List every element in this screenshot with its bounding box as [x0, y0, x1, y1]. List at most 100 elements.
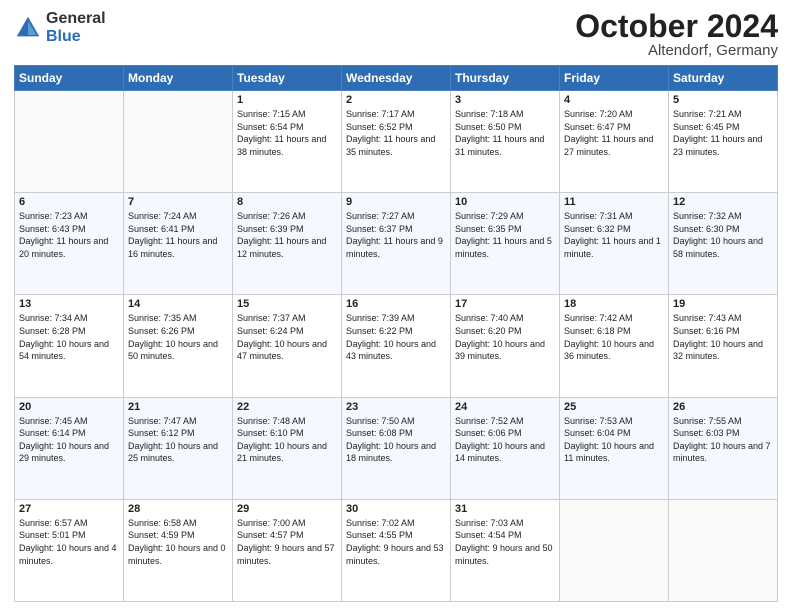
logo-blue: Blue — [46, 28, 106, 46]
day-number: 27 — [19, 503, 119, 515]
day-number: 18 — [564, 298, 664, 310]
col-thursday: Thursday — [451, 66, 560, 91]
col-tuesday: Tuesday — [233, 66, 342, 91]
day-number: 29 — [237, 503, 337, 515]
cell-info: Sunrise: 7:47 AM Sunset: 6:12 PM Dayligh… — [128, 415, 228, 465]
day-number: 26 — [673, 401, 773, 413]
cell-0-4: 3Sunrise: 7:18 AM Sunset: 6:50 PM Daylig… — [451, 91, 560, 193]
cell-info: Sunrise: 7:45 AM Sunset: 6:14 PM Dayligh… — [19, 415, 119, 465]
week-row-5: 27 Sunrise: 6:57 AM Sunset: 5:01 PM Dayli… — [15, 499, 778, 601]
cell-3-5: 25Sunrise: 7:53 AM Sunset: 6:04 PM Dayli… — [560, 397, 669, 499]
header: General Blue October 2024 Altendorf, Ger… — [14, 10, 778, 59]
day-number: 2 — [346, 94, 446, 106]
cell-2-0: 13Sunrise: 7:34 AM Sunset: 6:28 PM Dayli… — [15, 295, 124, 397]
cell-4-0: 27 Sunrise: 6:57 AM Sunset: 5:01 PM Dayli… — [15, 499, 124, 601]
day-number: 11 — [564, 196, 664, 208]
cell-3-0: 20 Sunrise: 7:45 AM Sunset: 6:14 PM Dayli… — [15, 397, 124, 499]
col-sunday: Sunday — [15, 66, 124, 91]
cell-1-0: 6 Sunrise: 7:23 AM Sunset: 6:43 PM Daylig… — [15, 193, 124, 295]
cell-info: Sunrise: 7:17 AM Sunset: 6:52 PM Dayligh… — [346, 108, 446, 158]
cell-2-5: 18 Sunrise: 7:42 AM Sunset: 6:18 PM Dayli… — [560, 295, 669, 397]
calendar-header-row: Sunday Monday Tuesday Wednesday Thursday… — [15, 66, 778, 91]
cell-3-3: 23 Sunrise: 7:50 AM Sunset: 6:08 PM Dayli… — [342, 397, 451, 499]
cell-1-1: 7 Sunrise: 7:24 AM Sunset: 6:41 PM Daylig… — [124, 193, 233, 295]
cell-info: Sunrise: 6:58 AM Sunset: 4:59 PM Dayligh… — [128, 517, 228, 567]
week-row-1: 1Sunrise: 7:15 AM Sunset: 6:54 PM Daylig… — [15, 91, 778, 193]
day-number: 31 — [455, 503, 555, 515]
cell-2-6: 19Sunrise: 7:43 AM Sunset: 6:16 PM Dayli… — [669, 295, 778, 397]
cell-2-4: 17 Sunrise: 7:40 AM Sunset: 6:20 PM Dayli… — [451, 295, 560, 397]
cell-info: Sunrise: 7:23 AM Sunset: 6:43 PM Dayligh… — [19, 210, 119, 260]
cell-3-1: 21 Sunrise: 7:47 AM Sunset: 6:12 PM Dayli… — [124, 397, 233, 499]
cell-0-1 — [124, 91, 233, 193]
cell-info: Sunrise: 7:32 AM Sunset: 6:30 PM Dayligh… — [673, 210, 773, 260]
day-number: 23 — [346, 401, 446, 413]
day-number: 17 — [455, 298, 555, 310]
cell-info: Sunrise: 7:37 AM Sunset: 6:24 PM Dayligh… — [237, 312, 337, 362]
cell-0-3: 2 Sunrise: 7:17 AM Sunset: 6:52 PM Daylig… — [342, 91, 451, 193]
cell-info: Sunrise: 6:57 AM Sunset: 5:01 PM Dayligh… — [19, 517, 119, 567]
cell-4-6 — [669, 499, 778, 601]
day-number: 22 — [237, 401, 337, 413]
day-number: 8 — [237, 196, 337, 208]
calendar-table: Sunday Monday Tuesday Wednesday Thursday… — [14, 65, 778, 602]
col-monday: Monday — [124, 66, 233, 91]
cell-2-2: 15Sunrise: 7:37 AM Sunset: 6:24 PM Dayli… — [233, 295, 342, 397]
day-number: 20 — [19, 401, 119, 413]
cell-info: Sunrise: 7:24 AM Sunset: 6:41 PM Dayligh… — [128, 210, 228, 260]
cell-info: Sunrise: 7:40 AM Sunset: 6:20 PM Dayligh… — [455, 312, 555, 362]
day-number: 6 — [19, 196, 119, 208]
cell-info: Sunrise: 7:15 AM Sunset: 6:54 PM Dayligh… — [237, 108, 337, 158]
cell-4-5 — [560, 499, 669, 601]
day-number: 28 — [128, 503, 228, 515]
cell-4-2: 29 Sunrise: 7:00 AM Sunset: 4:57 PM Dayli… — [233, 499, 342, 601]
cell-info: Sunrise: 7:42 AM Sunset: 6:18 PM Dayligh… — [564, 312, 664, 362]
week-row-2: 6 Sunrise: 7:23 AM Sunset: 6:43 PM Daylig… — [15, 193, 778, 295]
cell-3-2: 22 Sunrise: 7:48 AM Sunset: 6:10 PM Dayli… — [233, 397, 342, 499]
cell-info: Sunrise: 7:43 AM Sunset: 6:16 PM Dayligh… — [673, 312, 773, 362]
week-row-3: 13Sunrise: 7:34 AM Sunset: 6:28 PM Dayli… — [15, 295, 778, 397]
cell-info: Sunrise: 7:48 AM Sunset: 6:10 PM Dayligh… — [237, 415, 337, 465]
day-number: 16 — [346, 298, 446, 310]
day-number: 25 — [564, 401, 664, 413]
day-number: 12 — [673, 196, 773, 208]
cell-0-5: 4Sunrise: 7:20 AM Sunset: 6:47 PM Daylig… — [560, 91, 669, 193]
day-number: 14 — [128, 298, 228, 310]
cell-info: Sunrise: 7:52 AM Sunset: 6:06 PM Dayligh… — [455, 415, 555, 465]
day-number: 9 — [346, 196, 446, 208]
cell-info: Sunrise: 7:20 AM Sunset: 6:47 PM Dayligh… — [564, 108, 664, 158]
day-number: 10 — [455, 196, 555, 208]
cell-4-3: 30Sunrise: 7:02 AM Sunset: 4:55 PM Dayli… — [342, 499, 451, 601]
cell-info: Sunrise: 7:18 AM Sunset: 6:50 PM Dayligh… — [455, 108, 555, 158]
cell-4-1: 28 Sunrise: 6:58 AM Sunset: 4:59 PM Dayli… — [124, 499, 233, 601]
cell-3-4: 24 Sunrise: 7:52 AM Sunset: 6:06 PM Dayli… — [451, 397, 560, 499]
cell-info: Sunrise: 7:29 AM Sunset: 6:35 PM Dayligh… — [455, 210, 555, 260]
cell-info: Sunrise: 7:50 AM Sunset: 6:08 PM Dayligh… — [346, 415, 446, 465]
logo-icon — [14, 14, 42, 42]
cell-1-5: 11Sunrise: 7:31 AM Sunset: 6:32 PM Dayli… — [560, 193, 669, 295]
cell-info: Sunrise: 7:03 AM Sunset: 4:54 PM Dayligh… — [455, 517, 555, 567]
cell-info: Sunrise: 7:00 AM Sunset: 4:57 PM Dayligh… — [237, 517, 337, 567]
day-number: 21 — [128, 401, 228, 413]
logo-text: General Blue — [46, 10, 106, 45]
cell-info: Sunrise: 7:39 AM Sunset: 6:22 PM Dayligh… — [346, 312, 446, 362]
col-saturday: Saturday — [669, 66, 778, 91]
cell-info: Sunrise: 7:26 AM Sunset: 6:39 PM Dayligh… — [237, 210, 337, 260]
logo: General Blue — [14, 10, 106, 45]
location: Altendorf, Germany — [575, 42, 778, 59]
logo-general: General — [46, 10, 106, 28]
cell-1-3: 9Sunrise: 7:27 AM Sunset: 6:37 PM Daylig… — [342, 193, 451, 295]
col-wednesday: Wednesday — [342, 66, 451, 91]
cell-0-0 — [15, 91, 124, 193]
day-number: 30 — [346, 503, 446, 515]
day-number: 7 — [128, 196, 228, 208]
cell-1-4: 10 Sunrise: 7:29 AM Sunset: 6:35 PM Dayli… — [451, 193, 560, 295]
cell-0-2: 1Sunrise: 7:15 AM Sunset: 6:54 PM Daylig… — [233, 91, 342, 193]
title-block: October 2024 Altendorf, Germany — [575, 10, 778, 59]
month-title: October 2024 — [575, 10, 778, 42]
day-number: 24 — [455, 401, 555, 413]
cell-1-2: 8 Sunrise: 7:26 AM Sunset: 6:39 PM Daylig… — [233, 193, 342, 295]
cell-info: Sunrise: 7:34 AM Sunset: 6:28 PM Dayligh… — [19, 312, 119, 362]
day-number: 5 — [673, 94, 773, 106]
page: General Blue October 2024 Altendorf, Ger… — [0, 0, 792, 612]
